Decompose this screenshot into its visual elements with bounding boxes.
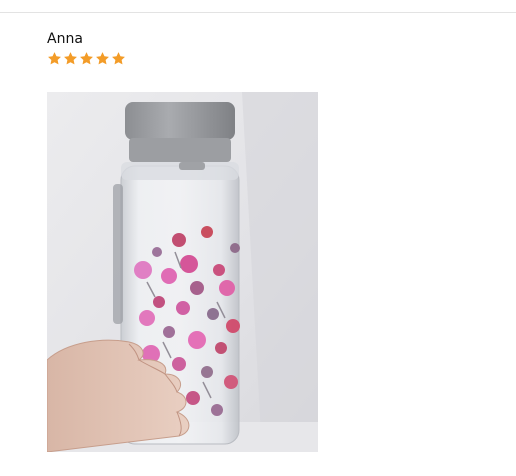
- star-rating: [47, 51, 507, 67]
- star-icon: [48, 52, 61, 65]
- reviewer-name: Anna: [47, 31, 83, 47]
- star-icon: [112, 52, 125, 65]
- top-divider: [0, 12, 516, 13]
- review-photo[interactable]: [47, 92, 318, 452]
- review-card: Anna: [47, 30, 507, 67]
- star-icon: [64, 52, 77, 65]
- star-icon: [96, 52, 109, 65]
- review-photo-image: [47, 92, 318, 452]
- star-icon: [80, 52, 93, 65]
